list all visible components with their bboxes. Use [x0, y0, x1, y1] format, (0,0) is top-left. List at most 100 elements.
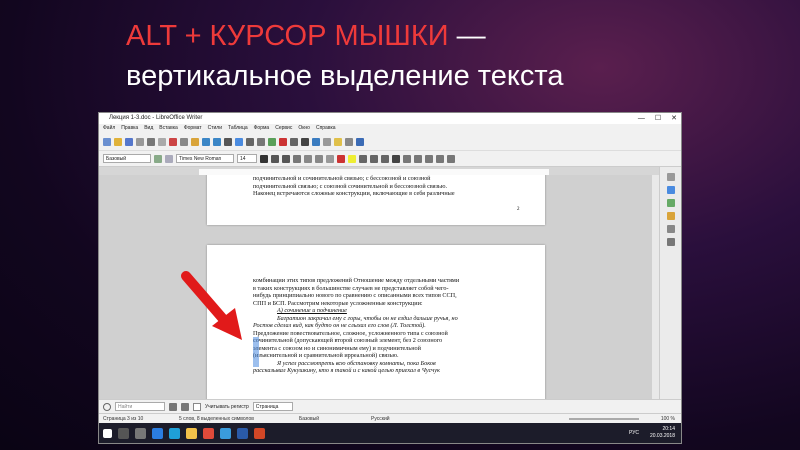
- menu-help[interactable]: Справка: [316, 124, 336, 133]
- export-pdf-icon[interactable]: [136, 137, 144, 146]
- menu-window[interactable]: Окно: [298, 124, 310, 133]
- align-center-icon[interactable]: [370, 154, 378, 163]
- find-previous-icon[interactable]: [169, 402, 177, 411]
- chrome-icon[interactable]: [203, 427, 214, 439]
- hyperlink-icon[interactable]: [312, 137, 320, 146]
- font-size-select[interactable]: 14: [237, 154, 257, 163]
- menu-styles[interactable]: Стили: [208, 124, 222, 133]
- menu-table[interactable]: Таблица: [228, 124, 248, 133]
- match-case-checkbox[interactable]: [193, 402, 201, 411]
- line-spacing-icon[interactable]: [447, 154, 455, 163]
- edge-icon[interactable]: [152, 427, 163, 439]
- find-scope-select[interactable]: Страница: [252, 402, 293, 411]
- writer-icon[interactable]: [220, 427, 231, 439]
- minimize-button[interactable]: —: [638, 113, 645, 124]
- text-line: комбинации этих типов предложений Отноше…: [253, 277, 460, 284]
- menu-insert[interactable]: Вставка: [159, 124, 178, 133]
- zoom-slider[interactable]: [569, 418, 639, 420]
- explorer-icon[interactable]: [186, 427, 197, 439]
- skype-icon[interactable]: [169, 427, 180, 439]
- formatting-toolbar: Базовый Times New Roman 14: [99, 151, 681, 167]
- font-name-select[interactable]: Times New Roman: [176, 154, 234, 163]
- match-case-label: Учитывать регистр: [205, 403, 249, 410]
- paste-icon[interactable]: [191, 137, 199, 146]
- increase-indent-icon[interactable]: [425, 154, 433, 163]
- sidebar-deck: [659, 167, 681, 399]
- redo-icon[interactable]: [213, 137, 221, 146]
- numbering-icon[interactable]: [414, 154, 422, 163]
- tray-clock[interactable]: 20:14 20.03.2018: [650, 426, 675, 440]
- preview-icon[interactable]: [158, 137, 166, 146]
- align-left-icon[interactable]: [359, 154, 367, 163]
- find-next-icon[interactable]: [181, 402, 189, 411]
- cut-icon[interactable]: [169, 137, 177, 146]
- paragraph-style-select[interactable]: Базовый: [103, 154, 151, 163]
- tray-language[interactable]: РУС: [629, 430, 639, 436]
- copy-icon[interactable]: [180, 137, 188, 146]
- subscript-icon[interactable]: [315, 154, 323, 163]
- properties-icon[interactable]: [666, 186, 675, 194]
- search-icon[interactable]: [118, 427, 129, 439]
- shapes-icon[interactable]: [356, 137, 364, 146]
- text-line-selected-start: Ростов сделал вид, как будто он не слыха…: [253, 322, 426, 329]
- menu-format[interactable]: Формат: [184, 124, 202, 133]
- formatting-marks-icon[interactable]: [246, 137, 254, 146]
- table-icon[interactable]: [257, 137, 265, 146]
- menu-file[interactable]: Файл: [103, 124, 115, 133]
- word-icon[interactable]: [237, 427, 248, 439]
- menu-form[interactable]: Форма: [254, 124, 270, 133]
- highlight-icon[interactable]: [348, 154, 356, 163]
- text-box-icon[interactable]: [290, 137, 298, 146]
- menu-edit[interactable]: Правка: [121, 124, 138, 133]
- new-style-icon[interactable]: [165, 154, 173, 163]
- bullets-icon[interactable]: [403, 154, 411, 163]
- find-input[interactable]: Найти: [115, 402, 165, 411]
- page-settings-icon[interactable]: [666, 238, 675, 246]
- open-icon[interactable]: [114, 137, 122, 146]
- menu-tools[interactable]: Сервис: [275, 124, 292, 133]
- page-text[interactable]: комбинации этих типов предложений Отноше…: [253, 277, 521, 375]
- window-title: Лекция 1-3.doc - LibreOffice Writer: [109, 115, 203, 121]
- undo-icon[interactable]: [202, 137, 210, 146]
- bold-icon[interactable]: [260, 154, 268, 163]
- text-line-heading: А) сочинение и подчинение: [277, 307, 347, 314]
- tray-date: 20.03.2018: [649, 433, 675, 439]
- powerpoint-icon[interactable]: [254, 427, 265, 439]
- strikethrough-icon[interactable]: [293, 154, 301, 163]
- styles-icon[interactable]: [666, 199, 675, 207]
- chart-icon[interactable]: [279, 137, 287, 146]
- font-color-icon[interactable]: [337, 154, 345, 163]
- text-line: рассказывал Кукушкину, кто я такой и с к…: [253, 367, 440, 374]
- italic-icon[interactable]: [271, 154, 279, 163]
- image-icon[interactable]: [268, 137, 276, 146]
- comment-icon[interactable]: [334, 137, 342, 146]
- footnote-icon[interactable]: [323, 137, 331, 146]
- navigator-icon[interactable]: [666, 225, 675, 233]
- gallery-icon[interactable]: [666, 212, 675, 220]
- spellcheck-icon[interactable]: [235, 137, 243, 146]
- task-view-icon[interactable]: [135, 427, 146, 439]
- find-replace-icon[interactable]: [224, 137, 232, 146]
- start-icon[interactable]: [103, 428, 112, 438]
- maximize-button[interactable]: ☐: [655, 113, 661, 124]
- new-icon[interactable]: [103, 137, 111, 146]
- sidebar-menu-icon[interactable]: [666, 173, 675, 181]
- align-right-icon[interactable]: [381, 154, 389, 163]
- superscript-icon[interactable]: [304, 154, 312, 163]
- track-changes-icon[interactable]: [345, 137, 353, 146]
- document-page: комбинации этих типов предложений Отноше…: [207, 245, 545, 399]
- shadow-icon[interactable]: [326, 154, 334, 163]
- red-arrow-icon: [181, 271, 242, 340]
- close-button[interactable]: ✕: [671, 113, 677, 124]
- decrease-indent-icon[interactable]: [436, 154, 444, 163]
- special-character-icon[interactable]: [301, 137, 309, 146]
- print-icon[interactable]: [147, 137, 155, 146]
- page-text[interactable]: подчинительной и сочинительной связью; с…: [253, 175, 521, 198]
- save-icon[interactable]: [125, 137, 133, 146]
- vertical-scrollbar[interactable]: [652, 175, 659, 399]
- update-style-icon[interactable]: [154, 154, 162, 163]
- menu-view[interactable]: Вид: [144, 124, 153, 133]
- underline-icon[interactable]: [282, 154, 290, 163]
- close-find-icon[interactable]: [103, 402, 111, 411]
- justify-icon[interactable]: [392, 154, 400, 163]
